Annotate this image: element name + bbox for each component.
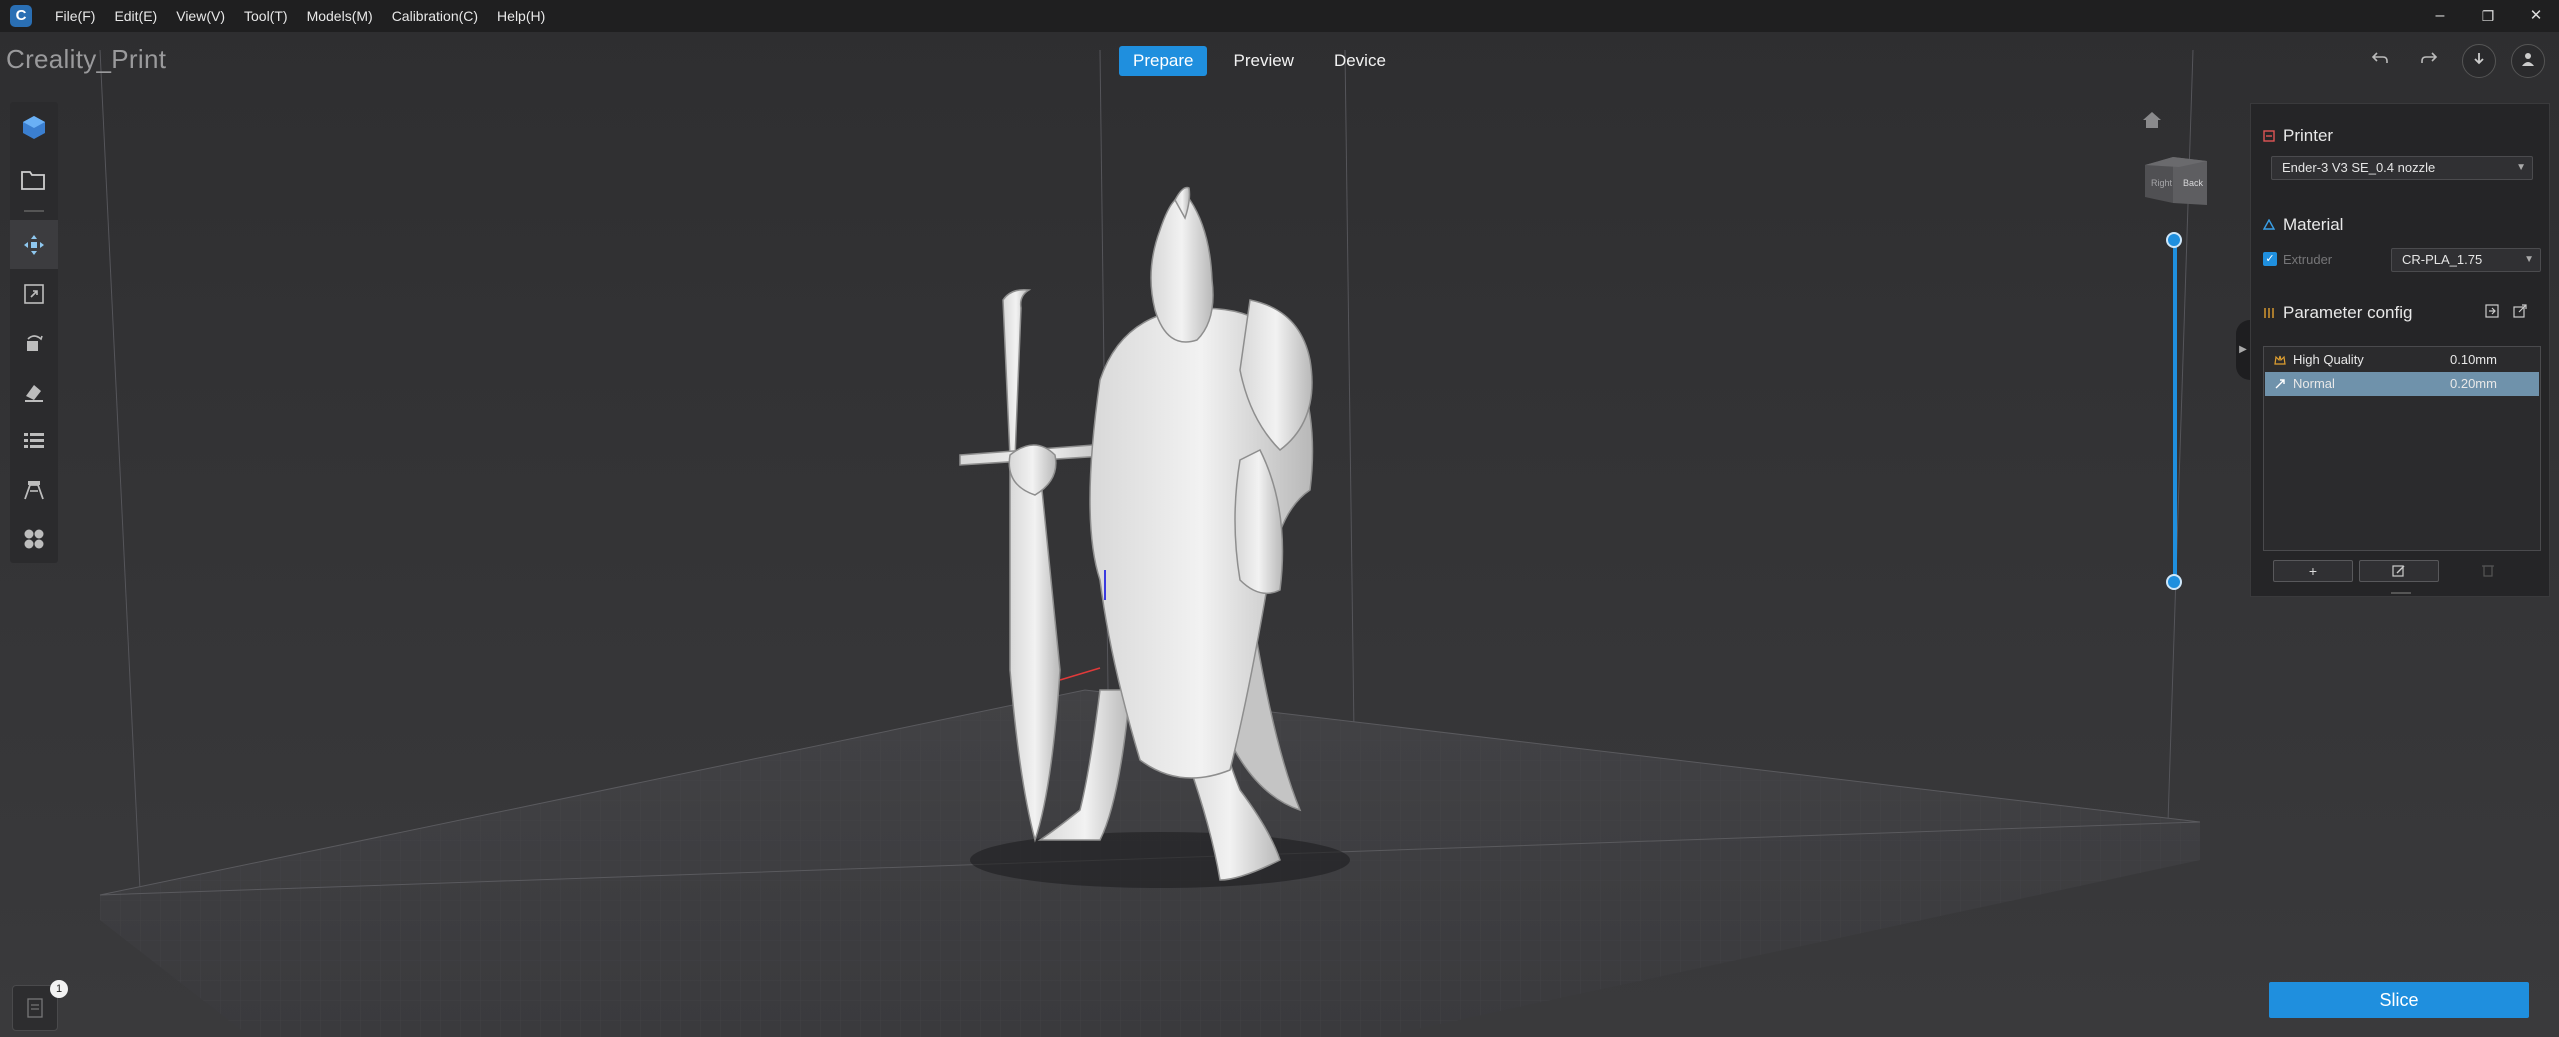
menu-items: File(F) Edit(E) View(V) Tool(T) Models(M… [55, 0, 564, 32]
printer-select[interactable]: Ender-3 V3 SE_0.4 nozzle ▼ [2271, 156, 2533, 180]
left-toolbar [10, 102, 58, 563]
tab-device[interactable]: Device [1320, 46, 1400, 76]
parameter-config-section-title: Parameter config [2263, 303, 2412, 323]
material-title: Material [2283, 215, 2344, 234]
restore-icon[interactable]: ❐ [2468, 0, 2508, 32]
redo-icon[interactable] [2412, 44, 2446, 78]
profile-row-high-quality[interactable]: High Quality 0.10mm [2265, 348, 2539, 372]
chevron-down-icon: ▼ [2524, 254, 2534, 265]
material-section-title: Material [2262, 215, 2344, 235]
layer-slider-top-handle[interactable] [2166, 232, 2182, 248]
printer-select-value: Ender-3 V3 SE_0.4 nozzle [2282, 160, 2436, 175]
menu-calibration[interactable]: Calibration(C) [392, 0, 478, 32]
menu-bar: C File(F) Edit(E) View(V) Tool(T) Models… [0, 0, 2559, 32]
creality-logo-icon: C [10, 5, 32, 27]
printer-icon [2263, 130, 2275, 142]
menu-help[interactable]: Help(H) [497, 0, 545, 32]
printer-section-title: Printer [2263, 126, 2333, 146]
scale-icon[interactable] [10, 269, 58, 318]
chevron-down-icon: ▼ [2516, 162, 2526, 173]
panel-resize-handle[interactable] [2391, 592, 2411, 594]
log-count-badge: 1 [50, 980, 68, 998]
panel-collapse-icon[interactable]: ▶ [2236, 320, 2250, 380]
material-select-value: CR-PLA_1.75 [2402, 252, 2483, 267]
menu-view[interactable]: View(V) [176, 0, 225, 32]
arrange-icon[interactable] [10, 514, 58, 563]
profile-layer-height: 0.20mm [2450, 376, 2497, 391]
menu-models[interactable]: Models(M) [307, 0, 373, 32]
paint-icon[interactable] [10, 367, 58, 416]
printer-title: Printer [2283, 126, 2334, 145]
material-icon [2262, 218, 2276, 231]
view-cube[interactable]: Right Back [2143, 153, 2209, 209]
move-icon[interactable] [10, 220, 58, 269]
menu-tool[interactable]: Tool(T) [244, 0, 288, 32]
menu-file[interactable]: File(F) [55, 0, 95, 32]
model-shadow [970, 832, 1350, 888]
extruder-checkbox[interactable]: ✓ [2263, 252, 2277, 266]
view-cube-back-label: Back [2183, 178, 2204, 188]
user-account-icon[interactable] [2511, 44, 2545, 78]
mode-tabs: Prepare Preview Device [1119, 46, 1412, 76]
layers-list-icon[interactable] [10, 416, 58, 465]
material-select[interactable]: CR-PLA_1.75 ▼ [2391, 248, 2541, 272]
app-title: Creality_Print [6, 44, 167, 74]
delete-profile-icon[interactable] [2481, 562, 2495, 583]
close-icon[interactable]: ✕ [2516, 0, 2556, 32]
import-config-icon[interactable] [2483, 304, 2501, 322]
support-icon[interactable] [10, 465, 58, 514]
profile-name: High Quality [2293, 352, 2364, 367]
layer-slider-bottom-handle[interactable] [2166, 574, 2182, 590]
profile-list: High Quality 0.10mm Normal 0.20mm [2263, 346, 2541, 551]
add-profile-button[interactable]: + [2273, 560, 2353, 582]
tab-preview[interactable]: Preview [1219, 46, 1307, 76]
layer-slider-track[interactable] [2173, 240, 2177, 582]
download-icon[interactable] [2462, 44, 2496, 78]
export-config-icon[interactable] [2511, 304, 2529, 322]
tab-prepare[interactable]: Prepare [1119, 46, 1208, 76]
parameter-config-icon [2263, 307, 2275, 319]
edit-profile-button[interactable] [2359, 560, 2439, 582]
undo-icon[interactable] [2363, 44, 2397, 78]
profile-layer-height: 0.10mm [2450, 352, 2497, 367]
view-cube-right-label: Right [2151, 178, 2173, 188]
slice-button[interactable]: Slice [2269, 982, 2529, 1018]
profile-row-normal[interactable]: Normal 0.20mm [2265, 372, 2539, 396]
profile-name: Normal [2293, 376, 2335, 391]
extruder-label: Extruder [2283, 252, 2333, 267]
right-settings-panel: Printer Ender-3 V3 SE_0.4 nozzle ▼ Mater… [2250, 103, 2550, 597]
add-model-icon[interactable] [10, 102, 58, 151]
minimize-icon[interactable]: – [2420, 0, 2460, 32]
menu-edit[interactable]: Edit(E) [114, 0, 157, 32]
home-view-icon[interactable] [2141, 110, 2163, 136]
rotate-icon[interactable] [10, 318, 58, 367]
parameter-config-title: Parameter config [2283, 303, 2413, 322]
open-file-icon[interactable] [10, 155, 58, 204]
rocket-icon [2274, 372, 2286, 404]
